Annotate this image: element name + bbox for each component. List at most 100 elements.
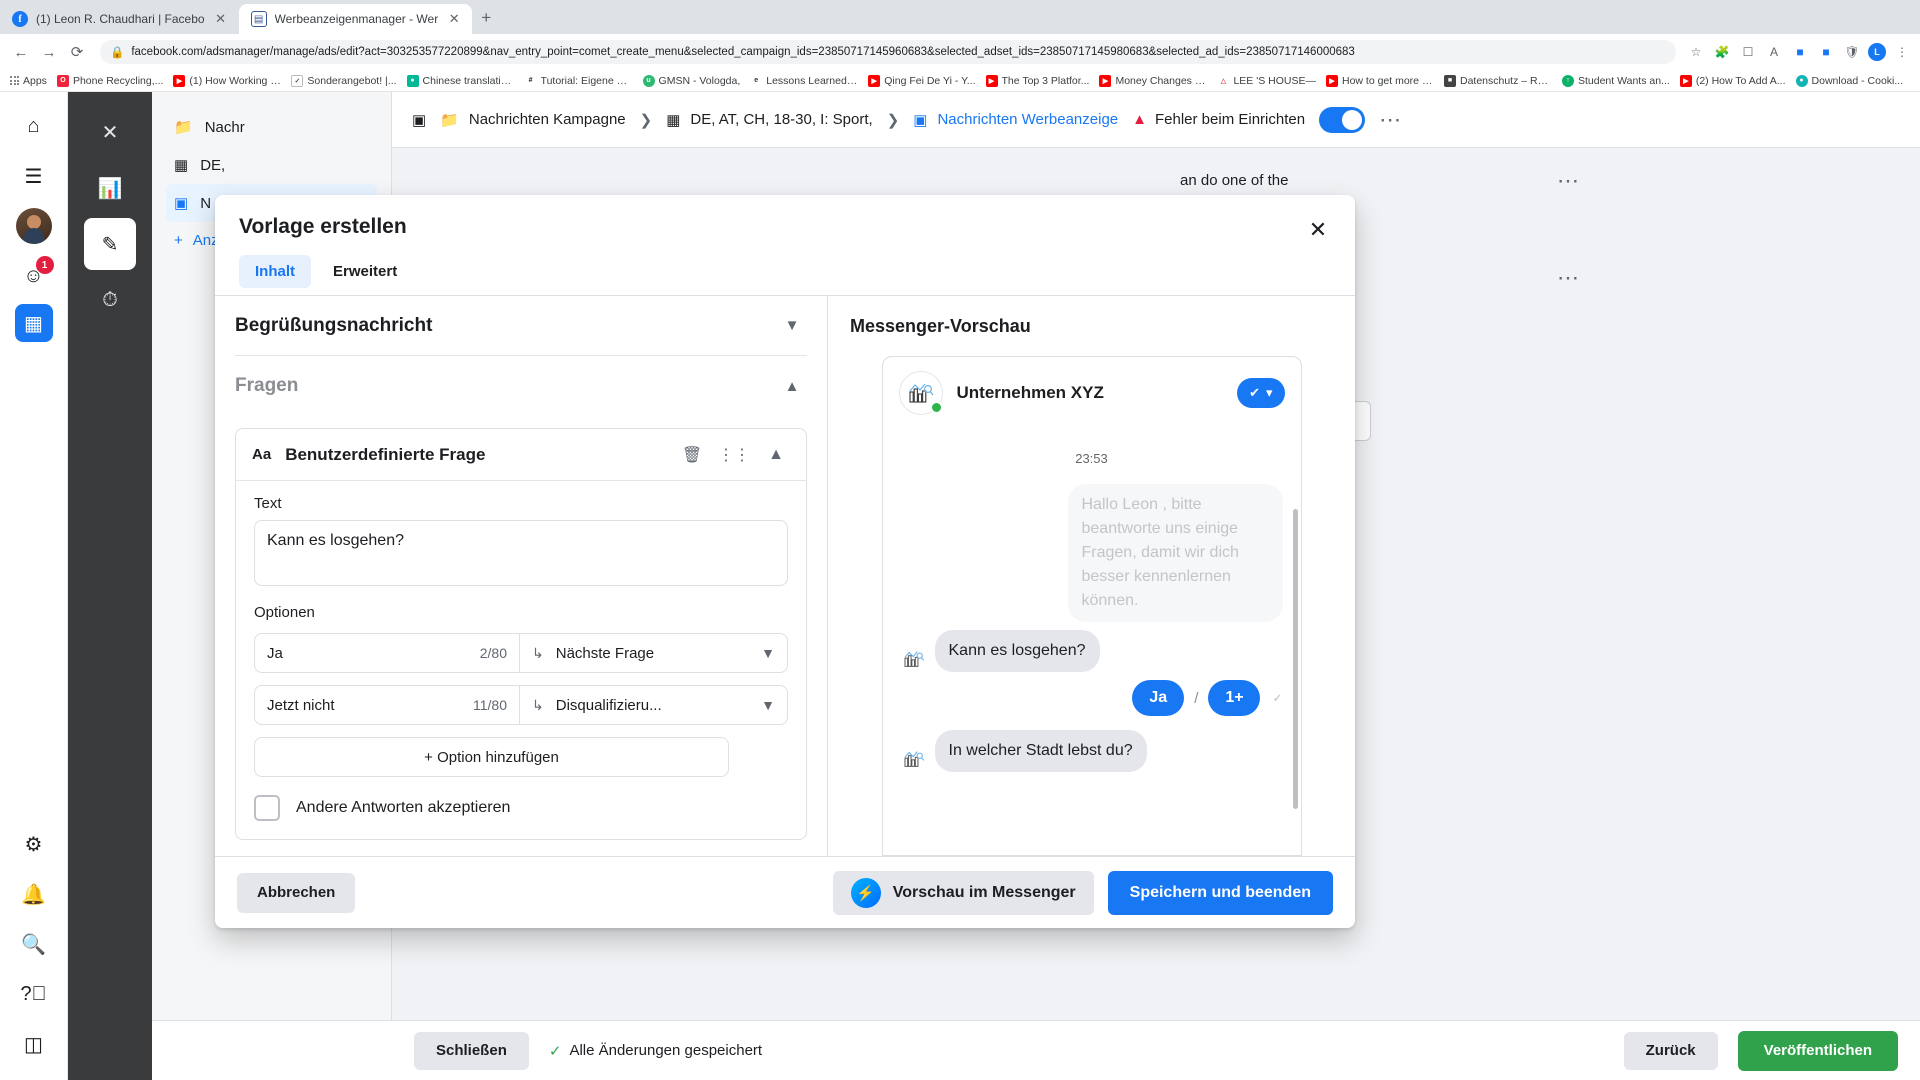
bookmark-item[interactable]: △ LEE 'S HOUSE—	[1213, 74, 1320, 88]
chevron-up-icon[interactable]: ▲	[777, 371, 807, 401]
apps-grid-icon	[10, 76, 19, 85]
address-bar[interactable]: 🔒 facebook.com/adsmanager/manage/ads/edi…	[100, 40, 1676, 64]
back-icon[interactable]: ←	[8, 39, 34, 65]
business-avatar-small	[901, 746, 927, 772]
profile-avatar[interactable]: L	[1868, 43, 1886, 61]
option-name-input[interactable]: Ja 2/80	[255, 634, 520, 672]
bookmark-item[interactable]: ▶ (1) How Working a...	[169, 74, 285, 88]
bookmark-label: Sonderangebot! |...	[307, 74, 397, 87]
bookmark-label: Chinese translatio...	[422, 74, 515, 87]
bookmark-label: GMSN - Vologda,	[658, 74, 741, 87]
bookmark-item[interactable]: e Lessons Learned f...	[746, 74, 862, 88]
cast-icon[interactable]: ☐	[1738, 42, 1758, 62]
section-greeting[interactable]: Begrüßungsnachricht ▼	[235, 296, 807, 356]
accept-other-answers-row: Andere Antworten akzeptieren	[254, 795, 788, 821]
extension-a-icon[interactable]: A	[1764, 42, 1784, 62]
chevron-up-icon[interactable]: ▲	[762, 441, 790, 469]
apps-label: Apps	[23, 74, 47, 87]
bookmark-item[interactable]: ■ Datenschutz – Re...	[1440, 74, 1556, 88]
browser-tab-1[interactable]: f (1) Leon R. Chaudhari | Facebo ✕	[0, 4, 239, 34]
drag-handle-icon[interactable]: ⋮⋮	[718, 441, 750, 469]
preview-scrollbar[interactable]	[1292, 509, 1298, 809]
trash-icon[interactable]: 🗑	[678, 441, 706, 469]
bookmark-label: The Top 3 Platfor...	[1001, 74, 1090, 87]
add-option-button[interactable]: + Option hinzufügen	[254, 737, 729, 777]
close-icon[interactable]: ✕	[446, 11, 462, 27]
bookmark-item[interactable]: ✓ Sonderangebot! |...	[287, 74, 400, 88]
option-action-select[interactable]: ↳ Disqualifizieru... ▼	[520, 686, 787, 724]
bookmark-label: Lessons Learned f...	[766, 74, 859, 87]
reload-icon[interactable]: ⟳	[64, 39, 90, 65]
option-name-input[interactable]: Jetzt nicht 11/80	[255, 686, 520, 724]
bookmark-item[interactable]: ▶ Money Changes E...	[1095, 74, 1211, 88]
bookmark-item[interactable]: ▶ How to get more v...	[1322, 74, 1438, 88]
tab-erweitert[interactable]: Erweitert	[317, 255, 413, 288]
messenger-icon: ⚡	[850, 877, 881, 908]
browser-tab-2[interactable]: ▤ Werbeanzeigenmanager - Wer ✕	[238, 4, 473, 34]
bookmark-item[interactable]: ▶ The Top 3 Platfor...	[982, 74, 1094, 88]
bookmark-favicon: e	[750, 74, 763, 87]
bookmark-favicon: ▶	[868, 74, 881, 87]
cancel-button[interactable]: Abbrechen	[237, 872, 356, 913]
bookmark-favicon: u	[642, 74, 655, 87]
preview-in-messenger-label: Vorschau im Messenger	[892, 883, 1076, 901]
quick-reply-separator: /	[1194, 689, 1199, 707]
quick-reply-more[interactable]: 1+	[1208, 680, 1261, 716]
message-row: In welcher Stadt lebst du?	[901, 730, 1283, 772]
bookmark-item[interactable]: O Phone Recycling,...	[53, 74, 167, 88]
messenger-thread[interactable]: 23:53 Hallo Leon , bitte beantworte uns …	[883, 429, 1301, 855]
close-icon[interactable]: ✕	[213, 11, 229, 27]
modal-tabs: Inhalt Erweitert	[239, 255, 1331, 288]
verified-badge[interactable]: ✔ ▾	[1237, 378, 1285, 408]
bookmark-label: How to get more v...	[1341, 74, 1434, 87]
question-text-input[interactable]: Kann es losgehen?	[254, 520, 788, 586]
option-action-value: Nächste Frage	[555, 644, 655, 662]
forward-icon[interactable]: →	[36, 39, 62, 65]
online-status-dot	[929, 401, 943, 414]
quick-reply-ja[interactable]: Ja	[1132, 680, 1185, 716]
save-button[interactable]: Speichern und beenden	[1107, 870, 1333, 915]
bookmarks-bar: Apps O Phone Recycling,... ▶ (1) How Worki…	[0, 70, 1920, 92]
bookmark-label: Money Changes E...	[1115, 74, 1208, 87]
page-content: ⌂ ☰ ☺ 1 ▦ ⚙ 🔔 🔍 ?⃝ ◫ ✕ 📊 ✎ ⏱ 📁 Nachr ▦ DE, …	[0, 92, 1920, 1080]
star-icon[interactable]: ☆	[1686, 42, 1706, 62]
bookmark-item[interactable]: ▶ (2) How To Add A...	[1676, 74, 1790, 88]
text-type-icon: Aa	[252, 446, 272, 463]
bookmark-item[interactable]: ● Download - Cooki...	[1792, 74, 1908, 88]
preview-in-messenger-button[interactable]: ⚡ Vorschau im Messenger	[832, 870, 1094, 915]
messenger-preview-panel: Messenger-Vorschau Unternehmen XYZ ✔ ▾ 2…	[828, 295, 1355, 856]
branch-arrow-icon: ↳	[532, 644, 544, 661]
modal-header: Vorlage erstellen ✕ Inhalt Erweitert	[215, 195, 1355, 295]
question-card-title: Benutzerdefinierte Frage	[285, 444, 486, 464]
chevron-down-icon: ▼	[761, 645, 775, 661]
apps-shortcut[interactable]: Apps	[6, 74, 51, 88]
bookmark-item[interactable]: ▶ Qing Fei De Yi - Y...	[864, 74, 979, 88]
options-label: Optionen	[254, 604, 315, 621]
facebook-ext-icon[interactable]: ■	[1790, 42, 1810, 62]
bookmark-item[interactable]: # Tutorial: Eigene Fa...	[521, 74, 637, 88]
close-icon[interactable]: ✕	[1301, 213, 1335, 247]
puzzle-icon[interactable]: 🧩	[1712, 42, 1732, 62]
section-questions[interactable]: Fragen ▲	[235, 356, 807, 416]
branch-arrow-icon: ↳	[532, 696, 544, 713]
browser-menu-icon[interactable]: ⋮	[1892, 42, 1912, 62]
message-row: Kann es losgehen?	[901, 630, 1283, 672]
new-tab-button[interactable]: +	[472, 4, 500, 32]
bookmark-label: Download - Cooki...	[1811, 74, 1904, 87]
browser-toolbar: ← → ⟳ 🔒 facebook.com/adsmanager/manage/a…	[0, 34, 1920, 70]
bookmark-item[interactable]: ● Chinese translatio...	[403, 74, 519, 88]
accept-other-answers-checkbox[interactable]	[254, 795, 280, 821]
chevron-down-icon[interactable]: ▼	[777, 311, 807, 341]
option-name-value: Ja	[267, 644, 283, 662]
bookmark-item[interactable]: ↑ Student Wants an...	[1558, 74, 1674, 88]
tab-inhalt[interactable]: Inhalt	[239, 255, 311, 288]
option-row: Ja 2/80 ↳ Nächste Frage ▼	[254, 633, 788, 673]
bookmark-label: LEE 'S HOUSE—	[1233, 74, 1316, 87]
browser-window: f (1) Leon R. Chaudhari | Facebo ✕ ▤ Wer…	[0, 0, 1920, 1080]
create-template-modal: Vorlage erstellen ✕ Inhalt Erweitert Beg…	[215, 195, 1355, 928]
bookmark-item[interactable]: u GMSN - Vologda,	[639, 74, 745, 88]
bookmark-favicon: O	[56, 74, 69, 87]
fb-pixel-icon[interactable]: ■	[1816, 42, 1836, 62]
shield-icon[interactable]: 🛡	[1842, 42, 1862, 62]
option-action-select[interactable]: ↳ Nächste Frage ▼	[520, 634, 787, 672]
